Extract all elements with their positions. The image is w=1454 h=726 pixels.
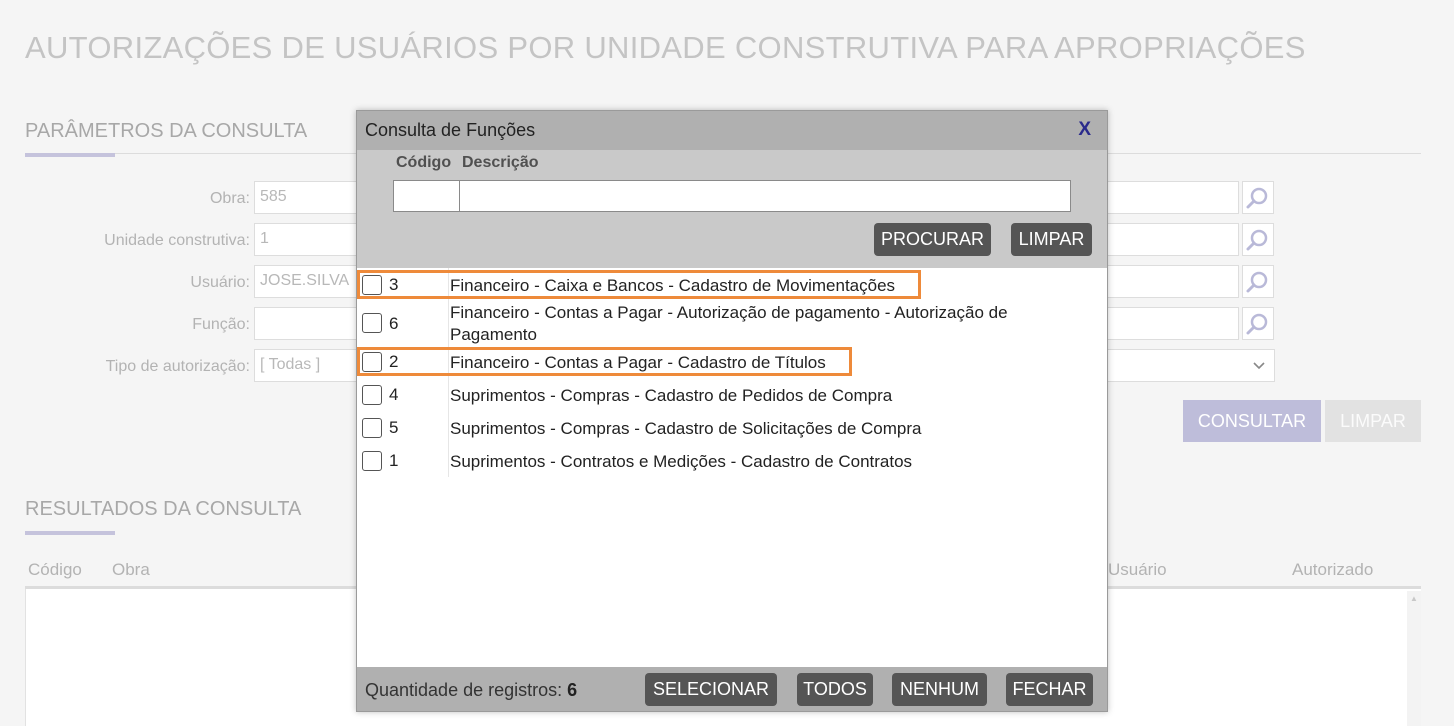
results-col-codigo[interactable]: Código xyxy=(28,560,82,580)
list-item[interactable]: 5 Suprimentos - Compras - Cadastro de So… xyxy=(357,415,1107,443)
tipo-autorizacao-label: Tipo de autorização: xyxy=(105,358,250,375)
codigo-filter-input[interactable] xyxy=(393,180,460,212)
row-code: 6 xyxy=(389,314,399,333)
codigo-filter-label: Código xyxy=(396,154,452,171)
obra-lookup-button[interactable] xyxy=(1242,181,1274,214)
funcao-lookup-button[interactable] xyxy=(1242,307,1274,340)
unidade-label: Unidade construtiva: xyxy=(104,232,250,249)
magnifier-icon xyxy=(1246,229,1268,250)
params-section-underline xyxy=(25,153,115,157)
row-description: Suprimentos - Compras - Cadastro de Pedi… xyxy=(450,386,893,405)
limpar-button[interactable]: LIMPAR xyxy=(1325,400,1421,442)
usuario-lookup-button[interactable] xyxy=(1242,265,1274,298)
results-col-autorizado[interactable]: Autorizado xyxy=(1292,560,1373,580)
results-section-title: RESULTADOS DA CONSULTA xyxy=(25,498,302,520)
unidade-input[interactable]: 1 xyxy=(254,223,364,256)
scroll-up-arrow-icon[interactable]: ▲ xyxy=(1410,594,1418,603)
magnifier-icon xyxy=(1246,313,1268,334)
list-item[interactable]: 6 Financeiro - Contas a Pagar - Autoriza… xyxy=(357,301,1107,347)
modal-filter-panel: Código Descrição PROCURAR LIMPAR xyxy=(357,150,1107,268)
tipo-autorizacao-select-right[interactable] xyxy=(1100,349,1275,382)
consultar-button[interactable]: CONSULTAR xyxy=(1183,400,1321,442)
results-section-underline xyxy=(25,531,115,535)
modal-limpar-button[interactable]: LIMPAR xyxy=(1011,223,1092,256)
funcoes-list: 3 Financeiro - Caixa e Bancos - Cadastro… xyxy=(357,268,1107,667)
consulta-funcoes-modal: Consulta de Funções X Código Descrição P… xyxy=(356,110,1108,712)
record-count: Quantidade de registros: 6 xyxy=(365,680,577,701)
row-checkbox[interactable] xyxy=(362,418,382,438)
row-description: Financeiro - Contas a Pagar - Autorizaçã… xyxy=(450,303,1008,344)
chevron-down-icon xyxy=(1253,362,1265,370)
descricao-filter-input[interactable] xyxy=(459,180,1071,212)
record-count-value: 6 xyxy=(567,680,578,700)
obra-name-field xyxy=(1100,181,1239,214)
row-description: Suprimentos - Compras - Cadastro de Soli… xyxy=(450,419,922,438)
usuario-input[interactable]: JOSE.SILVA xyxy=(254,265,364,298)
list-item[interactable]: 4 Suprimentos - Compras - Cadastro de Pe… xyxy=(357,382,1107,410)
highlight-box xyxy=(357,347,852,376)
usuario-name-field xyxy=(1100,265,1239,298)
descricao-filter-label: Descrição xyxy=(462,154,539,171)
usuario-label: Usuário: xyxy=(190,274,250,291)
funcao-label: Função: xyxy=(192,316,250,333)
record-count-label: Quantidade de registros: xyxy=(365,680,563,700)
highlight-box xyxy=(357,270,921,299)
unidade-lookup-button[interactable] xyxy=(1242,223,1274,256)
obra-label: Obra: xyxy=(209,190,250,207)
todos-button[interactable]: TODOS xyxy=(797,673,873,706)
row-code: 1 xyxy=(389,451,399,470)
obra-input[interactable]: 585 xyxy=(254,181,364,214)
row-checkbox[interactable] xyxy=(362,451,382,471)
list-item[interactable]: 1 Suprimentos - Contratos e Medições - C… xyxy=(357,448,1107,476)
row-checkbox[interactable] xyxy=(362,385,382,405)
unidade-name-field xyxy=(1100,223,1239,256)
row-code: 4 xyxy=(389,385,399,404)
results-col-obra[interactable]: Obra xyxy=(112,560,150,580)
fechar-button[interactable]: FECHAR xyxy=(1006,673,1093,706)
funcao-input[interactable] xyxy=(254,307,364,340)
row-checkbox[interactable] xyxy=(362,313,382,333)
params-section-title: PARÂMETROS DA CONSULTA xyxy=(25,120,308,142)
row-description: Suprimentos - Contratos e Medições - Cad… xyxy=(450,452,913,471)
tipo-autorizacao-select[interactable]: [ Todas ] xyxy=(254,349,364,382)
modal-title: Consulta de Funções xyxy=(365,120,536,140)
selecionar-button[interactable]: SELECIONAR xyxy=(645,673,777,706)
magnifier-icon xyxy=(1246,271,1268,292)
row-code: 5 xyxy=(389,418,399,437)
modal-footer: Quantidade de registros: 6 SELECIONAR TO… xyxy=(357,667,1107,711)
nenhum-button[interactable]: NENHUM xyxy=(892,673,987,706)
results-scrollbar[interactable]: ▲ xyxy=(1407,591,1421,726)
results-col-usuario[interactable]: Usuário xyxy=(1108,560,1167,580)
magnifier-icon xyxy=(1246,187,1268,208)
funcao-name-field xyxy=(1100,307,1239,340)
page-title: AUTORIZAÇÕES DE USUÁRIOS POR UNIDADE CON… xyxy=(25,30,1306,65)
procurar-button[interactable]: PROCURAR xyxy=(874,223,991,256)
modal-close-button[interactable]: X xyxy=(1078,119,1091,141)
